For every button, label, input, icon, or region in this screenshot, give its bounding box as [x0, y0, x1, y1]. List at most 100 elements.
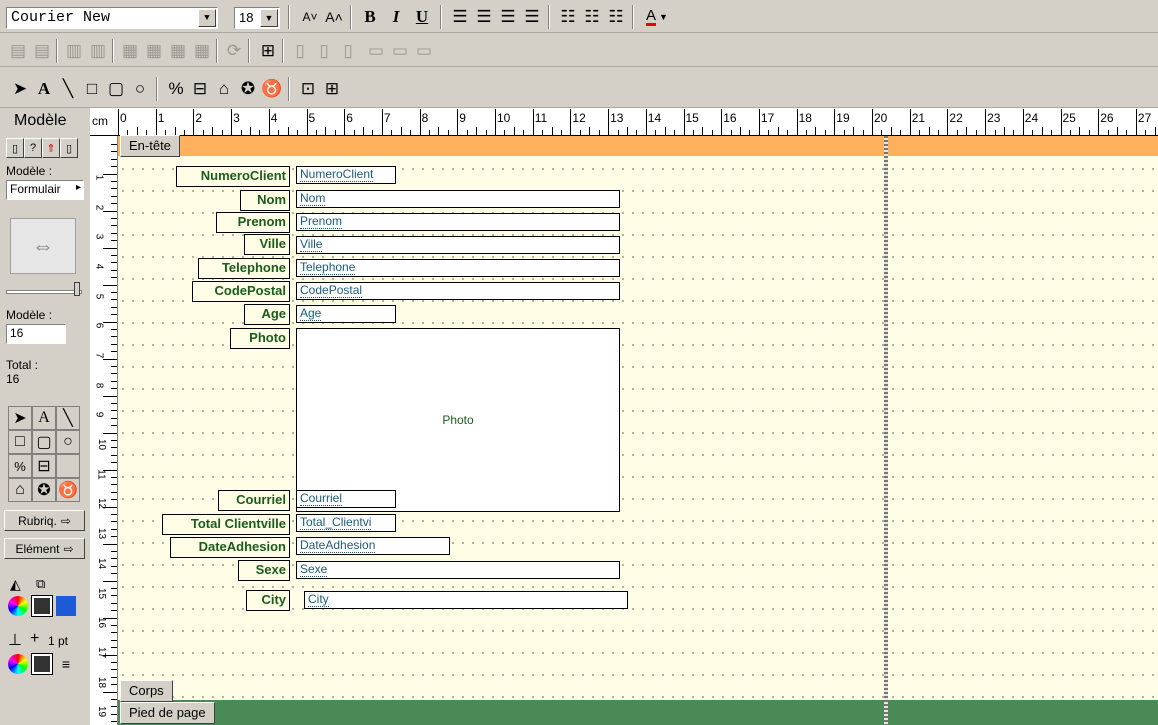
field-photo[interactable]: Photo — [296, 328, 620, 512]
rounded-rect-tool-icon[interactable]: ▢ — [104, 77, 128, 101]
text-tool-icon[interactable]: A — [32, 77, 56, 101]
grid-snap-icon[interactable]: ⊞ — [256, 39, 280, 63]
space-vertical-icon[interactable]: ▭ — [412, 39, 436, 63]
same-size-icon[interactable]: ▯ — [336, 39, 360, 63]
distribute-icon[interactable]: ▦ — [190, 39, 214, 63]
rectangle-tool-icon[interactable]: □ — [80, 77, 104, 101]
field-sexe[interactable]: Sexe — [296, 561, 620, 579]
palette-tab-icon[interactable]: ⇑ — [42, 138, 60, 158]
rectangle-tool-icon[interactable]: □ — [8, 430, 32, 454]
italic-button[interactable]: I — [384, 5, 408, 29]
label-courriel[interactable]: Courriel — [218, 490, 290, 511]
vertical-align-top-icon[interactable]: ☷ — [556, 5, 580, 29]
insert-element-icon[interactable]: ⊞ — [320, 77, 344, 101]
align-right-icon[interactable]: ☰ — [496, 5, 520, 29]
label-total-clientville[interactable]: Total Clientville — [162, 514, 290, 535]
vertical-align-center-icon[interactable]: ☷ — [580, 5, 604, 29]
align-justify-icon[interactable]: ☰ — [520, 5, 544, 29]
ellipse-tool-icon[interactable]: ○ — [128, 77, 152, 101]
modele-number-field[interactable]: 16 — [6, 324, 66, 344]
blank-tool-icon[interactable] — [56, 454, 80, 478]
decrease-font-button[interactable]: A˅ — [298, 5, 322, 29]
palette-tab-icon[interactable]: ? — [24, 138, 42, 158]
color-wheel-icon[interactable] — [8, 654, 28, 674]
rubriq-button[interactable]: Rubriq. ⇨ — [4, 510, 85, 531]
zoom-slider-handle[interactable] — [74, 282, 80, 296]
chevron-down-icon[interactable]: ▼ — [260, 9, 278, 27]
element-button[interactable]: Elément ⇨ — [4, 538, 85, 559]
align-left-icon[interactable]: ☰ — [448, 5, 472, 29]
field-ville[interactable]: Ville — [296, 236, 620, 254]
field-city[interactable]: City — [304, 591, 628, 609]
sticker-tool-icon[interactable]: ♉ — [260, 77, 284, 101]
align-center-icon[interactable]: ☰ — [472, 5, 496, 29]
label-ville[interactable]: Ville — [244, 234, 290, 255]
field-tool-icon[interactable]: % — [8, 454, 32, 478]
palette-tab-icon[interactable]: ▯ — [6, 138, 24, 158]
line-weight-icon[interactable]: ⊥ — [8, 630, 22, 650]
align-left-objects-icon[interactable]: ▤ — [6, 39, 30, 63]
list-tool-icon[interactable]: ⊟ — [188, 77, 212, 101]
same-width-icon[interactable]: ▯ — [288, 39, 312, 63]
distribute-icon[interactable]: ▦ — [166, 39, 190, 63]
field-numeroclient[interactable]: NumeroClient — [296, 166, 396, 184]
space-equal-icon[interactable]: ▭ — [388, 39, 412, 63]
rotate-icon[interactable]: ⟳ — [222, 39, 246, 63]
group-tool-icon[interactable]: ⌂ — [8, 478, 32, 502]
body-band-tab[interactable]: Corps — [120, 680, 173, 702]
font-size-select[interactable]: 18 ▼ — [234, 7, 280, 29]
label-city[interactable]: City — [246, 590, 290, 611]
distribute-icon[interactable]: ▦ — [142, 39, 166, 63]
line-tool-icon[interactable]: ╲ — [56, 406, 80, 430]
text-color-button[interactable]: A ▼ — [640, 5, 674, 29]
distribute-icon[interactable]: ▦ — [118, 39, 142, 63]
field-courriel[interactable]: Courriel — [296, 490, 396, 508]
footer-band-tab[interactable]: Pied de page — [120, 702, 215, 724]
vertical-align-bottom-icon[interactable]: ☷ — [604, 5, 628, 29]
underline-button[interactable]: U — [410, 5, 434, 29]
pattern-icon[interactable] — [31, 595, 53, 617]
text-tool-icon[interactable]: A — [32, 406, 56, 430]
field-total-clientville[interactable]: Total_Clientvi — [296, 514, 396, 532]
line-pattern-icon[interactable]: ≡ — [56, 654, 76, 674]
border-icon[interactable]: ⧉ — [36, 576, 45, 592]
label-prenom[interactable]: Prenom — [216, 212, 290, 233]
pointer-icon[interactable]: ➤ — [8, 406, 32, 430]
palette-tab-icon[interactable]: ▯ — [60, 138, 78, 158]
field-dateadhesion[interactable]: DateAdhesion — [296, 537, 450, 555]
align-top-objects-icon[interactable]: ▥ — [62, 39, 86, 63]
list-tool-icon[interactable]: ⊟ — [32, 454, 56, 478]
insert-field-icon[interactable]: ⊡ — [296, 77, 320, 101]
pattern-icon[interactable] — [31, 653, 53, 675]
zoom-slider[interactable] — [6, 290, 82, 294]
field-codepostal[interactable]: CodePostal — [296, 282, 620, 300]
field-tool-icon[interactable]: % — [164, 77, 188, 101]
field-prenom[interactable]: Prenom — [296, 213, 620, 231]
group-tool-icon[interactable]: ⌂ — [212, 77, 236, 101]
fill-bucket-icon[interactable]: ◭ — [10, 576, 21, 593]
field-nom[interactable]: Nom — [296, 190, 620, 208]
pointer-icon[interactable]: ➤ — [8, 77, 32, 101]
space-horizontal-icon[interactable]: ▭ — [364, 39, 388, 63]
field-telephone[interactable]: Telephone — [296, 259, 620, 277]
label-age[interactable]: Age — [244, 304, 290, 325]
label-nom[interactable]: Nom — [240, 190, 290, 211]
ellipse-tool-icon[interactable]: ○ — [56, 430, 80, 454]
label-numeroclient[interactable]: NumeroClient — [176, 166, 290, 187]
label-dateadhesion[interactable]: DateAdhesion — [170, 537, 290, 558]
sticker-tool-icon[interactable]: ♉ — [56, 478, 80, 502]
field-age[interactable]: Age — [296, 305, 396, 323]
chevron-down-icon[interactable]: ▼ — [198, 9, 216, 27]
font-name-select[interactable]: Courier New ▼ — [6, 7, 218, 29]
line-style-icon[interactable]: + — [30, 630, 39, 648]
modele-select[interactable]: Formulair ▸ — [6, 180, 84, 200]
label-telephone[interactable]: Telephone — [198, 258, 290, 279]
align-right-objects-icon[interactable]: ▤ — [30, 39, 54, 63]
label-sexe[interactable]: Sexe — [238, 560, 290, 581]
header-band-tab[interactable]: En-tête — [120, 135, 180, 157]
picture-tool-icon[interactable]: ✪ — [32, 478, 56, 502]
picture-tool-icon[interactable]: ✪ — [236, 77, 260, 101]
fill-color-swatch[interactable] — [56, 596, 76, 616]
label-photo[interactable]: Photo — [230, 328, 290, 349]
align-bottom-objects-icon[interactable]: ▥ — [86, 39, 110, 63]
